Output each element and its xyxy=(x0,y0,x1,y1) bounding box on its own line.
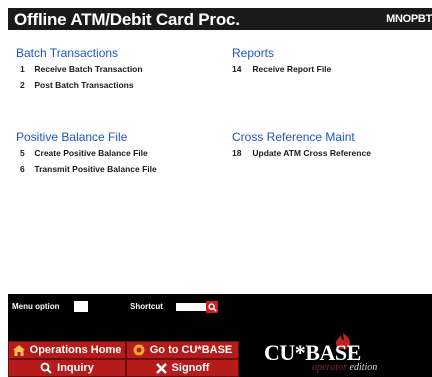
shortcut-search-button[interactable] xyxy=(206,301,218,313)
menu-item-receive-report[interactable]: 14 Receive Report File xyxy=(232,64,331,74)
operations-home-button[interactable]: Operations Home xyxy=(8,341,126,359)
section-heading-positive-balance: Positive Balance File xyxy=(16,130,128,144)
footer-bar: Menu option Shortcut Operations Home Go … xyxy=(8,294,432,377)
section-heading-batch: Batch Transactions xyxy=(16,46,119,60)
menu-item-transmit-positive-balance[interactable]: 6 Transmit Positive Balance File xyxy=(20,164,157,174)
menu-option-label: Menu option xyxy=(12,302,60,311)
cubase-logo: CU*BASE operator edition xyxy=(256,332,416,376)
title-bar: Offline ATM/Debit Card Proc. MNOPBT xyxy=(8,8,432,30)
section-heading-reports: Reports xyxy=(232,46,275,60)
menu-item-receive-batch[interactable]: 1 Receive Batch Transaction xyxy=(20,64,143,74)
section-heading-cross-reference: Cross Reference Maint xyxy=(232,130,355,144)
menu-item-number: 14 xyxy=(232,64,242,74)
close-icon xyxy=(155,362,167,374)
signoff-label: Signoff xyxy=(171,362,210,374)
menu-item-number: 6 xyxy=(20,164,25,174)
menu-item-number: 1 xyxy=(20,64,25,74)
inquiry-label: Inquiry xyxy=(57,362,94,374)
menu-item-post-batch[interactable]: 2 Post Batch Transactions xyxy=(20,80,134,90)
inquiry-button[interactable]: Inquiry xyxy=(8,359,126,377)
cubase-emblem-icon xyxy=(133,344,145,356)
search-icon xyxy=(207,302,217,312)
menu-item-label: Post Batch Transactions xyxy=(34,80,134,90)
menu-item-create-positive-balance[interactable]: 5 Create Positive Balance File xyxy=(20,148,148,158)
window-title: Offline ATM/Debit Card Proc. xyxy=(14,10,240,29)
menu-item-label: Transmit Positive Balance File xyxy=(34,164,157,174)
menu-item-update-atm-cross-reference[interactable]: 18 Update ATM Cross Reference xyxy=(232,148,371,158)
screen-code: MNOPBT xyxy=(386,13,432,25)
menu-item-number: 18 xyxy=(232,148,242,158)
logo-edition-text: operator edition xyxy=(312,362,378,373)
home-icon xyxy=(12,344,25,356)
menu-item-number: 2 xyxy=(20,80,25,90)
menu-item-number: 5 xyxy=(20,148,25,158)
menu-item-label: Receive Report File xyxy=(252,64,332,74)
shortcut-input[interactable] xyxy=(176,303,206,311)
menu-item-label: Update ATM Cross Reference xyxy=(252,148,371,158)
go-to-cubase-label: Go to CU*BASE xyxy=(149,344,233,356)
shortcut-label: Shortcut xyxy=(130,302,163,311)
menu-item-label: Receive Batch Transaction xyxy=(34,64,143,74)
go-to-cubase-button[interactable]: Go to CU*BASE xyxy=(126,341,239,359)
operations-home-label: Operations Home xyxy=(29,344,122,356)
menu-option-input[interactable] xyxy=(74,301,88,312)
signoff-button[interactable]: Signoff xyxy=(126,359,239,377)
app-window: Offline ATM/Debit Card Proc. MNOPBT Batc… xyxy=(8,8,432,377)
menu-item-label: Create Positive Balance File xyxy=(34,148,148,158)
menu-content: Batch Transactions 1 Receive Batch Trans… xyxy=(8,30,432,294)
search-icon xyxy=(40,362,52,374)
